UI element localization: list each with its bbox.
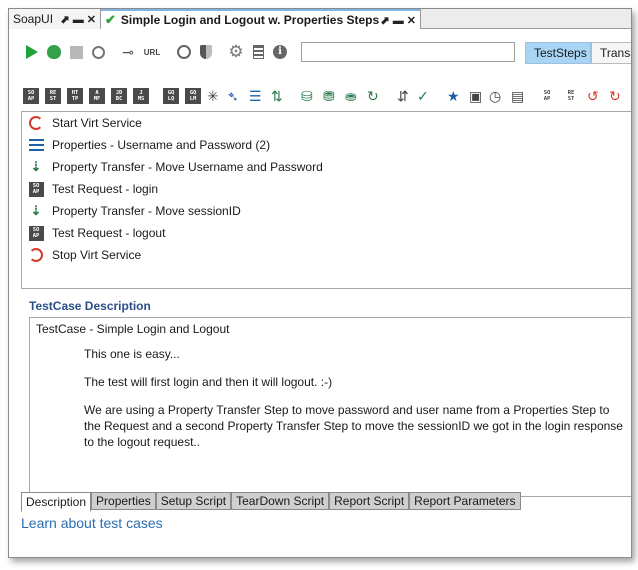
stop-icon[interactable] (67, 43, 85, 61)
add-conditional-goto-icon[interactable]: ➴ (227, 87, 239, 105)
loop-icon[interactable] (89, 43, 107, 61)
properties-icon (28, 137, 44, 153)
list-item[interactable]: SO AP Test Request - logout (22, 222, 631, 244)
add-datasink-icon[interactable]: ⛃ (323, 87, 335, 105)
add-rest-mock-icon[interactable]: RE ST (563, 88, 579, 104)
testcase-editor-window: SoapUI ⬈ ▬ ✕ ✔ Simple Login and Logout w… (8, 8, 632, 558)
add-virt-start-icon[interactable]: ↺ (587, 87, 599, 105)
add-jdbc-request-icon[interactable]: JD BC (111, 88, 127, 104)
tab-strip: SoapUI ⬈ ▬ ✕ ✔ Simple Login and Logout w… (9, 9, 631, 29)
add-step-toolbar: SO AP RE ST HT TP A MF JD BC J MS GQ LQ GQ LM ✳ … (23, 87, 631, 107)
list-item[interactable]: ⇣ Property Transfer - Move sessionID (22, 200, 631, 222)
run-icon[interactable] (23, 43, 41, 61)
description-paragraph: This one is easy... (84, 347, 180, 361)
tab-description[interactable]: Description (21, 492, 92, 512)
tab-soapui-label: SoapUI (13, 12, 54, 26)
list-item[interactable]: Properties - Username and Password (2) (22, 134, 631, 156)
soap-request-icon: SO AP (28, 181, 44, 197)
tab-testcase-label: Simple Login and Logout w. Properties St… (120, 13, 380, 27)
add-graphql-mutation-icon[interactable]: GQ LM (185, 88, 201, 104)
description-heading: TestCase Description (29, 299, 151, 313)
property-transfer-icon: ⇣ (30, 203, 42, 218)
add-manual-step-icon[interactable]: ▣ (469, 87, 482, 105)
description-paragraph: The test will first login and then it wi… (84, 375, 333, 389)
add-http-request-icon[interactable]: HT TP (67, 88, 83, 104)
add-virt-stop-icon[interactable]: ↻ (609, 87, 621, 105)
search-input[interactable] (301, 42, 515, 62)
description-paragraph: We are using a Property Transfer Step to… (84, 403, 623, 449)
load-test-gauge-icon[interactable] (175, 43, 193, 61)
list-item[interactable]: ⇣ Property Transfer - Move Username and … (22, 156, 631, 178)
add-amf-request-icon[interactable]: A MF (89, 88, 105, 104)
add-comment-icon[interactable]: ▤ (511, 87, 524, 105)
test-step-list[interactable]: Start Virt Service Properties - Username… (21, 111, 631, 289)
bottom-tab-bar: Description Properties Setup Script Tear… (21, 492, 521, 512)
add-delay-clock-icon[interactable]: ◷ (489, 87, 501, 105)
description-textarea[interactable]: TestCase - Simple Login and Logout This … (29, 317, 631, 497)
tab-report-parameters[interactable]: Report Parameters (409, 492, 521, 510)
soap-request-icon: SO AP (28, 225, 44, 241)
add-properties-icon[interactable]: ☰ (249, 87, 262, 105)
list-item[interactable]: Stop Virt Service (22, 244, 631, 266)
settings-gear-icon[interactable]: ⚙ (227, 42, 245, 61)
step-label: Property Transfer - Move sessionID (52, 204, 241, 218)
credentials-key-icon[interactable]: ⊸ (119, 43, 137, 61)
step-label: Start Virt Service (52, 116, 142, 130)
url-icon[interactable]: URL (141, 43, 163, 61)
virt-start-icon (28, 115, 44, 131)
tab-testcase[interactable]: ✔ Simple Login and Logout w. Properties … (101, 9, 421, 29)
step-label: Test Request - logout (52, 226, 166, 240)
add-datasource-icon[interactable]: ⛁ (301, 87, 313, 105)
property-transfer-icon: ⇣ (30, 159, 42, 174)
check-icon: ✔ (105, 12, 116, 27)
virt-stop-icon (28, 247, 44, 263)
add-soap-request-icon[interactable]: SO AP (23, 88, 39, 104)
debug-icon[interactable] (45, 43, 63, 61)
learn-test-cases-link[interactable]: Learn about test cases (21, 515, 163, 531)
transactions-toggle-button[interactable]: Transa (591, 42, 631, 64)
step-label: Properties - Username and Password (2) (52, 138, 271, 152)
tab-setup-script[interactable]: Setup Script (155, 492, 232, 510)
tab-properties[interactable]: Properties (91, 492, 156, 510)
step-label: Stop Virt Service (52, 248, 142, 262)
report-document-icon[interactable] (249, 43, 267, 61)
add-check-icon[interactable]: ✓ (417, 87, 429, 105)
add-jms-request-icon[interactable]: J MS (133, 88, 149, 104)
step-label: Property Transfer - Move Username and Pa… (52, 160, 323, 174)
info-icon[interactable]: i (271, 43, 289, 61)
add-assertion-icon[interactable]: ⇵ (397, 87, 409, 105)
add-rest-request-icon[interactable]: RE ST (45, 88, 61, 104)
tab-soapui[interactable]: SoapUI ⬈ ▬ ✕ (9, 9, 101, 29)
tab-teardown-script[interactable]: TearDown Script (231, 492, 330, 510)
description-first-line: TestCase - Simple Login and Logout (36, 322, 230, 336)
add-soap-mock-icon[interactable]: SO AP (539, 88, 555, 104)
teststeps-toggle-button[interactable]: TestSteps (525, 42, 591, 64)
add-datagen-icon[interactable]: ↻ (367, 87, 379, 105)
tab-report-script[interactable]: Report Script (329, 492, 410, 510)
add-groovy-script-icon[interactable]: ✳ (207, 87, 219, 105)
tab-soapui-controls[interactable]: ⬈ ▬ ✕ (60, 13, 96, 26)
add-star-icon[interactable]: ★ (447, 87, 460, 105)
step-label: Test Request - login (52, 182, 159, 196)
add-dataloop-icon[interactable]: ⛂ (345, 87, 357, 105)
add-graphql-query-icon[interactable]: GQ LQ (163, 88, 179, 104)
add-property-transfer-icon[interactable]: ⇅ (271, 87, 283, 105)
security-shield-icon[interactable] (197, 43, 215, 61)
list-item[interactable]: Start Virt Service (22, 112, 631, 134)
tab-testcase-controls[interactable]: ⬈ ▬ ✕ (380, 14, 416, 27)
list-item[interactable]: SO AP Test Request - login (22, 178, 631, 200)
